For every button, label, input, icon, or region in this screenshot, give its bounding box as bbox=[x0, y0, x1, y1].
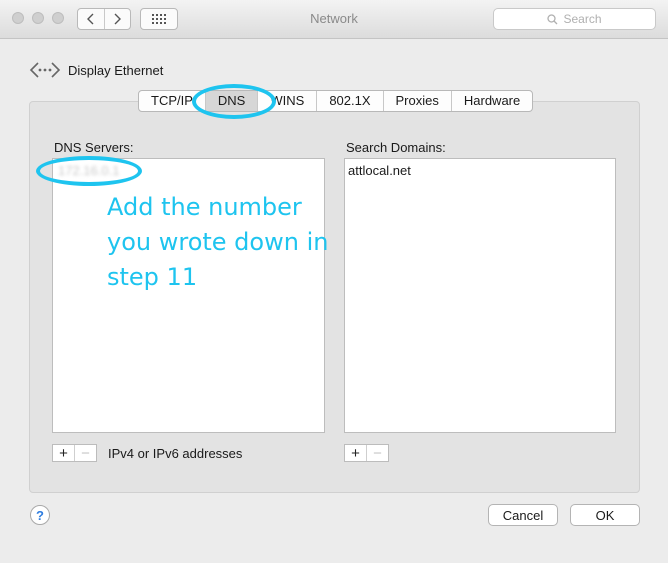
remove-dns-button[interactable]: − bbox=[74, 445, 96, 462]
tab-proxies[interactable]: Proxies bbox=[382, 91, 451, 111]
ethernet-icon bbox=[29, 62, 61, 78]
tab-8021x[interactable]: 802.1X bbox=[316, 91, 382, 111]
domain-add-remove: + − bbox=[344, 444, 389, 462]
dns-entry-highlight bbox=[36, 156, 142, 186]
cancel-button[interactable]: Cancel bbox=[488, 504, 558, 526]
search-placeholder: Search bbox=[563, 12, 602, 26]
dns-servers-label: DNS Servers: bbox=[54, 140, 134, 155]
help-button[interactable]: ? bbox=[30, 505, 50, 525]
dns-tab-highlight bbox=[192, 84, 276, 119]
add-domain-button[interactable]: + bbox=[345, 445, 366, 462]
address-hint: IPv4 or IPv6 addresses bbox=[108, 446, 243, 461]
title-bar: Network Search bbox=[0, 0, 668, 39]
tab-hardware[interactable]: Hardware bbox=[450, 91, 532, 111]
ok-button[interactable]: OK bbox=[570, 504, 640, 526]
device-name: Display Ethernet bbox=[68, 63, 164, 78]
add-dns-button[interactable]: + bbox=[53, 445, 74, 462]
search-domains-label: Search Domains: bbox=[346, 140, 446, 155]
instruction-annotation: Add the number you wrote down in step 11 bbox=[107, 193, 329, 291]
search-domains-list[interactable] bbox=[344, 158, 616, 433]
search-icon bbox=[547, 13, 558, 24]
remove-domain-button[interactable]: − bbox=[366, 445, 388, 462]
search-field[interactable]: Search bbox=[493, 8, 656, 30]
dns-add-remove: + − bbox=[52, 444, 97, 462]
search-domain-entry[interactable]: attlocal.net bbox=[348, 163, 411, 178]
